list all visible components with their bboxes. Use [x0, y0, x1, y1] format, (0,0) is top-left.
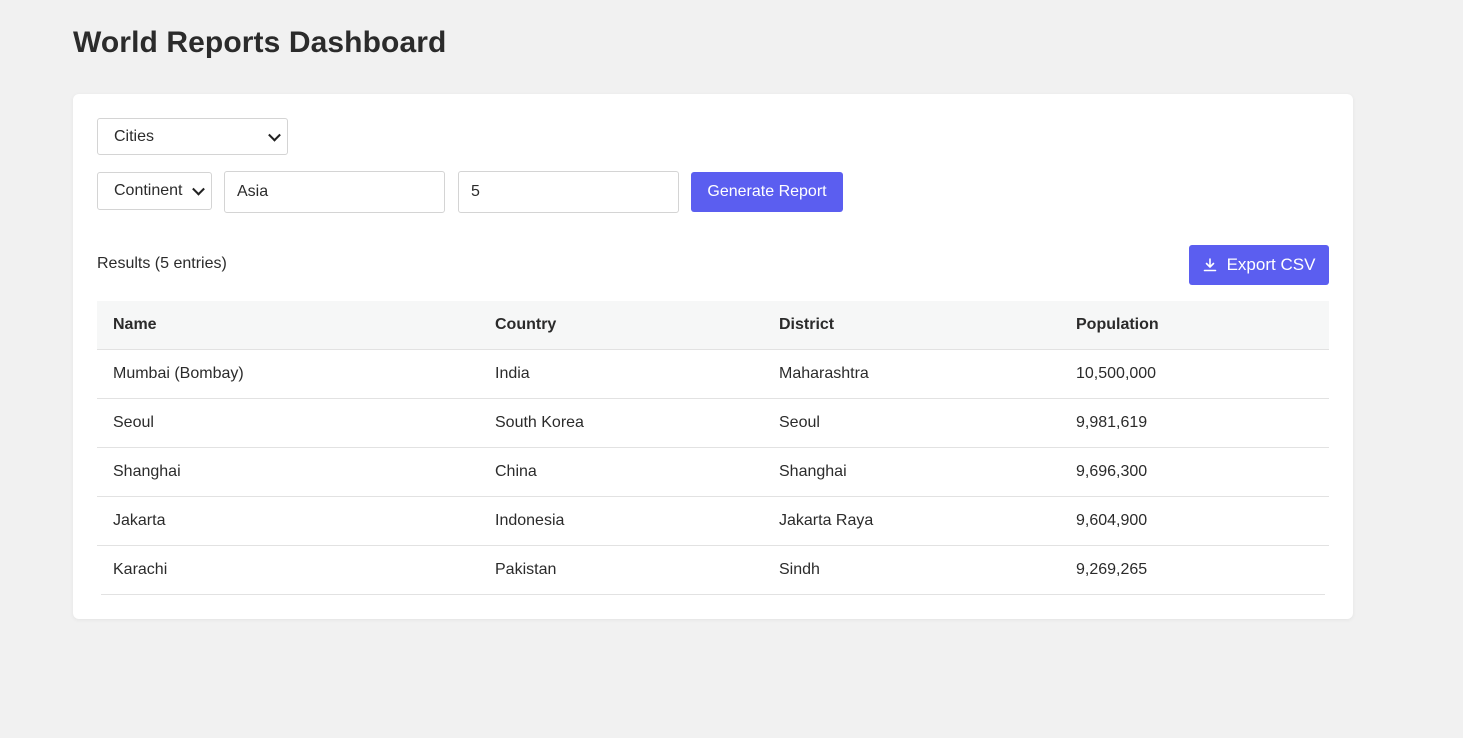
- cell-district: Sindh: [779, 561, 820, 578]
- cell-country: South Korea: [495, 414, 584, 431]
- report-type-value: Cities: [114, 127, 155, 145]
- table-row: Karachi Pakistan Sindh 9,269,265: [97, 546, 1329, 595]
- cell-district: Shanghai: [779, 463, 847, 480]
- report-type-select[interactable]: Cities: [97, 118, 288, 155]
- page-title: World Reports Dashboard: [73, 26, 447, 59]
- cell-population: 9,604,900: [1076, 512, 1148, 529]
- cell-district: Jakarta Raya: [779, 512, 874, 529]
- table-row: Mumbai (Bombay) India Maharashtra 10,500…: [97, 350, 1329, 399]
- column-header-country[interactable]: Country: [495, 301, 556, 349]
- column-header-population[interactable]: Population: [1076, 301, 1159, 349]
- limit-value-text: 5: [471, 183, 480, 200]
- cell-name: Jakarta: [113, 512, 166, 529]
- filter-type-select[interactable]: Continent: [97, 172, 212, 210]
- cell-population: 10,500,000: [1076, 365, 1157, 382]
- cell-name: Seoul: [113, 414, 154, 431]
- cell-district: Maharashtra: [779, 365, 869, 382]
- cell-population: 9,981,619: [1076, 414, 1148, 431]
- filter-value-text: Asia: [237, 183, 269, 200]
- table-row: Seoul South Korea Seoul 9,981,619: [97, 399, 1329, 448]
- column-header-name[interactable]: Name: [113, 301, 157, 349]
- filter-type-value: Continent: [114, 182, 183, 199]
- cell-country: Indonesia: [495, 512, 565, 529]
- limit-input[interactable]: 5: [458, 171, 679, 213]
- cell-country: Pakistan: [495, 561, 557, 578]
- cell-population: 9,696,300: [1076, 463, 1148, 480]
- report-card: Cities Continent Asia 5 Generate Report …: [73, 94, 1353, 619]
- generate-report-button[interactable]: Generate Report: [691, 172, 843, 212]
- chevron-down-icon: [268, 128, 281, 142]
- table-header-row: Name Country District Population: [97, 301, 1329, 350]
- cell-country: India: [495, 365, 530, 382]
- download-icon: [1203, 258, 1216, 272]
- column-header-district[interactable]: District: [779, 301, 834, 349]
- cell-name: Mumbai (Bombay): [113, 365, 244, 382]
- results-count: Results (5 entries): [97, 255, 227, 272]
- export-csv-label: Export CSV: [1226, 255, 1316, 274]
- cell-population: 9,269,265: [1076, 561, 1148, 578]
- cell-name: Karachi: [113, 561, 168, 578]
- cell-country: China: [495, 463, 537, 480]
- results-table: Name Country District Population Mumbai …: [97, 301, 1329, 595]
- chevron-down-icon: [192, 182, 205, 196]
- table-row: Jakarta Indonesia Jakarta Raya 9,604,900: [97, 497, 1329, 546]
- table-row: Shanghai China Shanghai 9,696,300: [97, 448, 1329, 497]
- page: World Reports Dashboard Cities Continent…: [0, 0, 1463, 738]
- cell-district: Seoul: [779, 414, 820, 431]
- cell-name: Shanghai: [113, 463, 181, 480]
- filter-value-input[interactable]: Asia: [224, 171, 445, 213]
- export-csv-button[interactable]: Export CSV: [1189, 245, 1329, 285]
